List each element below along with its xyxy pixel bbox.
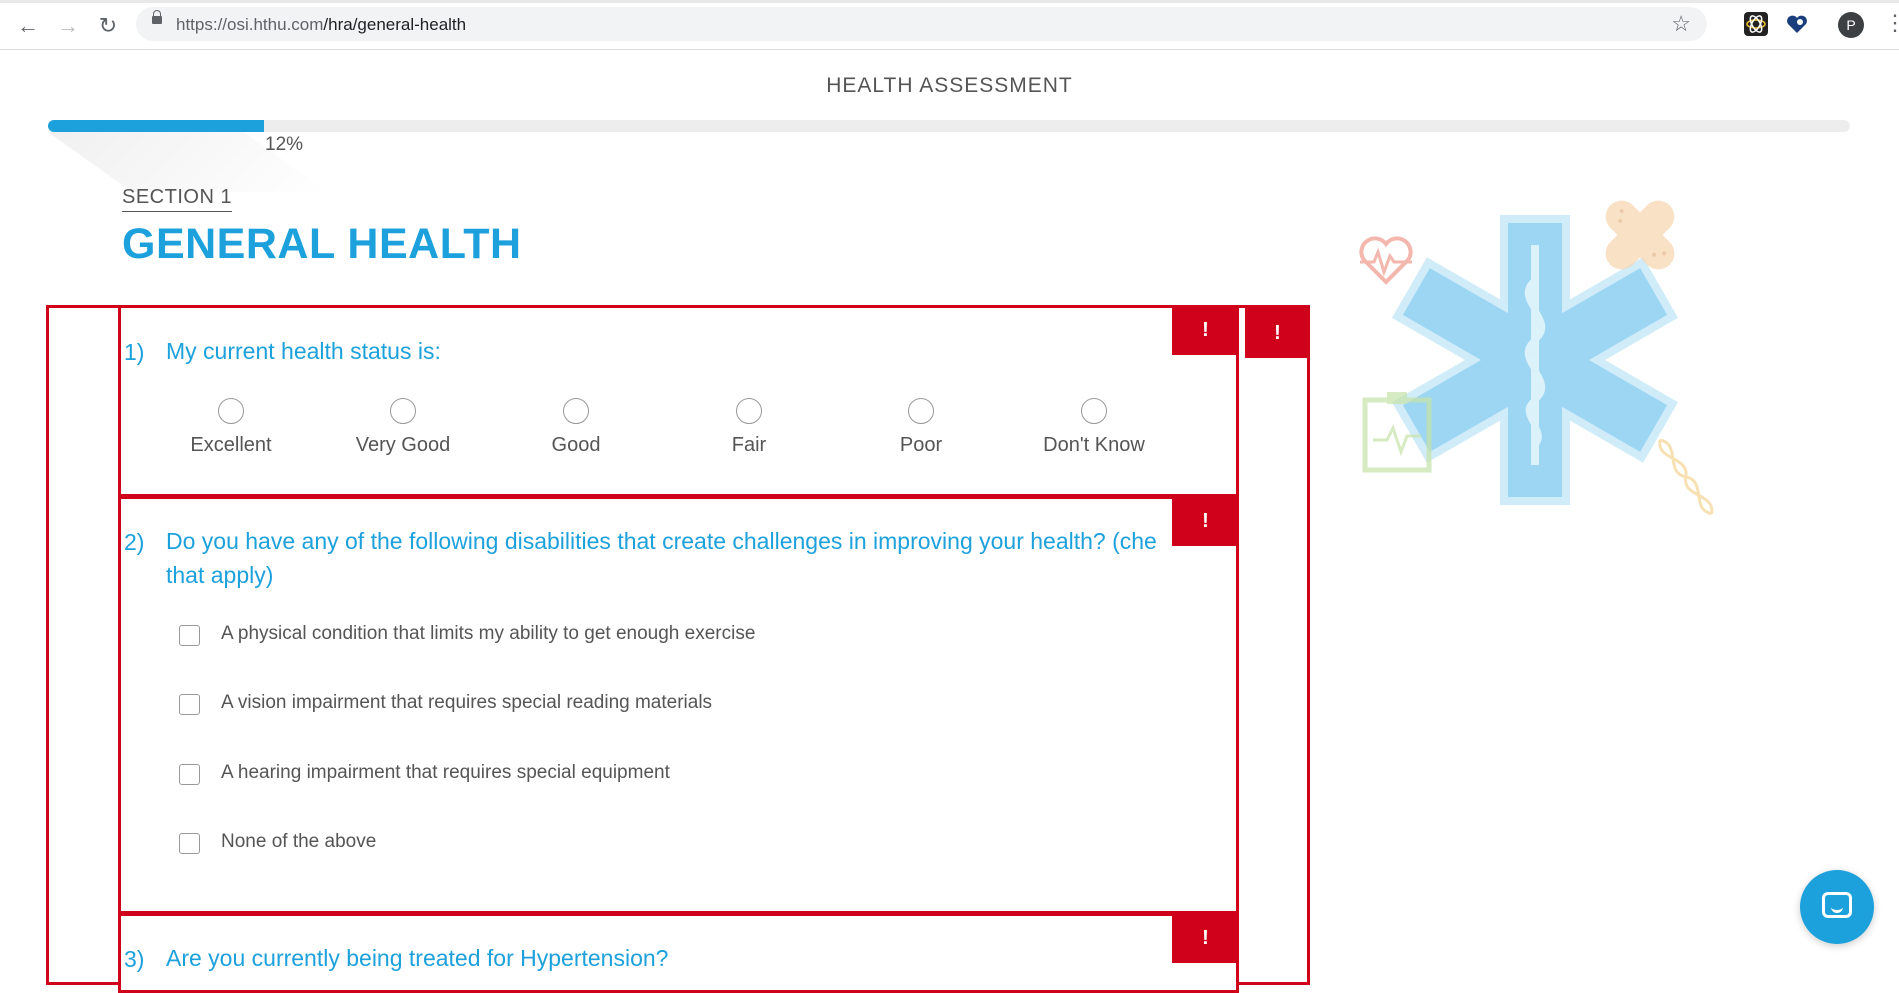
- radio-option-fair[interactable]: Fair: [679, 398, 819, 457]
- back-arrow-icon[interactable]: ←: [14, 12, 42, 40]
- alert-icon: !: [1172, 305, 1239, 355]
- reload-icon[interactable]: ↻: [94, 12, 122, 40]
- progress-percent: 12%: [265, 134, 304, 155]
- browser-toolbar: ← → ↻ https://osi.hthu.com/hra/general-h…: [0, 0, 1899, 50]
- checkbox[interactable]: [179, 764, 200, 785]
- tab-strip-edge: [0, 0, 1899, 3]
- radio-label: Very Good: [355, 434, 451, 456]
- checkbox-label: A hearing impairment that requires speci…: [221, 762, 670, 783]
- bookmark-star-icon[interactable]: ☆: [1671, 11, 1691, 37]
- checkbox[interactable]: [179, 694, 200, 715]
- section-label: SECTION 1: [122, 186, 233, 212]
- progress-bar-fill: [48, 120, 265, 132]
- checkbox-label: None of the above: [221, 831, 377, 852]
- radio-button[interactable]: [390, 398, 416, 424]
- forward-arrow-icon[interactable]: →: [54, 12, 82, 40]
- url-text[interactable]: https://osi.hthu.com/hra/general-health: [176, 15, 466, 35]
- checkbox[interactable]: [179, 625, 200, 646]
- outer-alert-icon: !: [1245, 308, 1310, 358]
- radio-label: Don't Know: [1043, 434, 1145, 456]
- alert-icon: !: [1172, 913, 1239, 963]
- lock-icon: [152, 10, 162, 24]
- question-number: 3): [124, 946, 145, 972]
- alert-icon: !: [1172, 496, 1239, 546]
- radio-option-excellent[interactable]: Excellent: [161, 398, 301, 457]
- question-number: 2): [124, 529, 145, 555]
- section-title: GENERAL HEALTH: [122, 220, 522, 268]
- url-path: /hra/general-health: [323, 15, 467, 34]
- assessment-title: HEALTH ASSESSMENT: [826, 74, 1073, 97]
- radio-option-very-good[interactable]: Very Good: [333, 398, 473, 457]
- question-text: Are you currently being treated for Hype…: [166, 945, 669, 971]
- profile-avatar[interactable]: P: [1838, 12, 1864, 38]
- question-1: ! 1) My current health status is: Excell…: [118, 305, 1239, 497]
- question-text-line-2: that apply): [166, 562, 274, 588]
- checkbox-label: A physical condition that limits my abil…: [221, 623, 756, 644]
- heart-icon: [1359, 236, 1413, 285]
- chat-bubble-icon: [1822, 892, 1852, 918]
- dna-icon: [1658, 438, 1714, 516]
- medical-illustration: [1350, 190, 1740, 530]
- radio-button[interactable]: [908, 398, 934, 424]
- radio-label: Poor: [899, 434, 943, 456]
- radio-option-poor[interactable]: Poor: [851, 398, 991, 457]
- radio-button[interactable]: [218, 398, 244, 424]
- radio-button[interactable]: [563, 398, 589, 424]
- question-3: ! 3) Are you currently being treated for…: [118, 913, 1239, 993]
- radio-label: Good: [551, 434, 601, 456]
- radio-label: Excellent: [190, 434, 272, 456]
- extension-heart-icon[interactable]: [1785, 12, 1809, 36]
- question-2: ! 2) Do you have any of the following di…: [118, 496, 1239, 914]
- radio-button[interactable]: [736, 398, 762, 424]
- address-bar[interactable]: https://osi.hthu.com/hra/general-health …: [136, 7, 1707, 41]
- checkbox[interactable]: [179, 833, 200, 854]
- radio-option-dont-know[interactable]: Don't Know: [1024, 398, 1164, 457]
- url-host: https://osi.hthu.com: [176, 15, 324, 34]
- browser-menu-icon[interactable]: ⋮: [1884, 10, 1899, 36]
- question-text: My current health status is:: [166, 338, 441, 364]
- radio-option-good[interactable]: Good: [506, 398, 646, 457]
- radio-button[interactable]: [1081, 398, 1107, 424]
- chat-launcher-button[interactable]: [1800, 870, 1874, 944]
- extension-atom-icon[interactable]: [1744, 12, 1768, 36]
- progress-bar: [48, 120, 1850, 132]
- checkbox-label: A vision impairment that requires specia…: [221, 692, 713, 713]
- question-text-line-1: Do you have any of the following disabil…: [166, 528, 1157, 554]
- question-number: 1): [124, 339, 145, 365]
- radio-label: Fair: [731, 434, 767, 456]
